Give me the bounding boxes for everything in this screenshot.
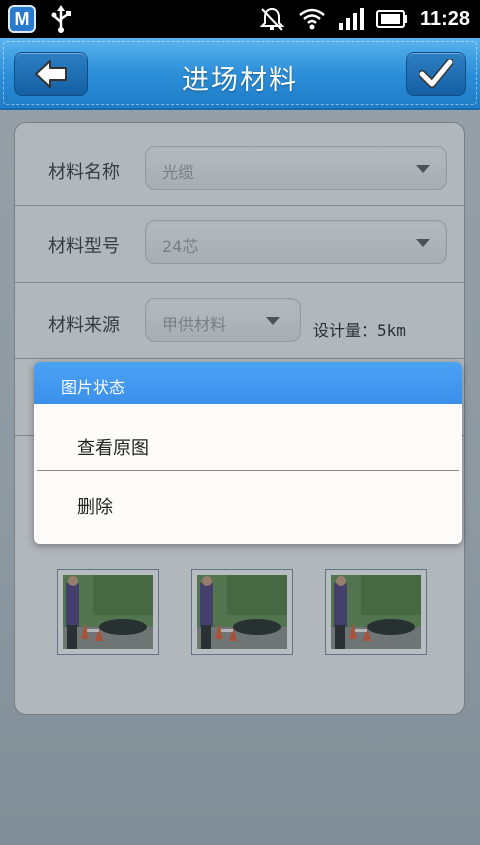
title-bar: 进场材料 [0,38,480,110]
delete-option[interactable]: 删除 [34,473,462,533]
confirm-button[interactable] [406,52,466,96]
view-original-image-option[interactable]: 查看原图 [34,414,462,474]
status-bar: M 11:28 [0,0,480,38]
signal-strength-icon [338,8,364,30]
image-status-dialog: 图片状态 查看原图 删除 [34,362,462,544]
dialog-divider [37,470,459,471]
delete-label: 删除 [77,497,113,518]
dialog-title: 图片状态 [34,362,462,404]
wifi-icon [299,8,325,30]
app-notification-icon: M [8,5,36,33]
view-original-label: 查看原图 [77,438,149,459]
checkmark-icon [419,59,453,88]
status-time: 11:28 [419,7,470,30]
usb-icon [51,5,71,33]
silent-mode-icon [259,7,285,31]
battery-icon [375,10,407,28]
